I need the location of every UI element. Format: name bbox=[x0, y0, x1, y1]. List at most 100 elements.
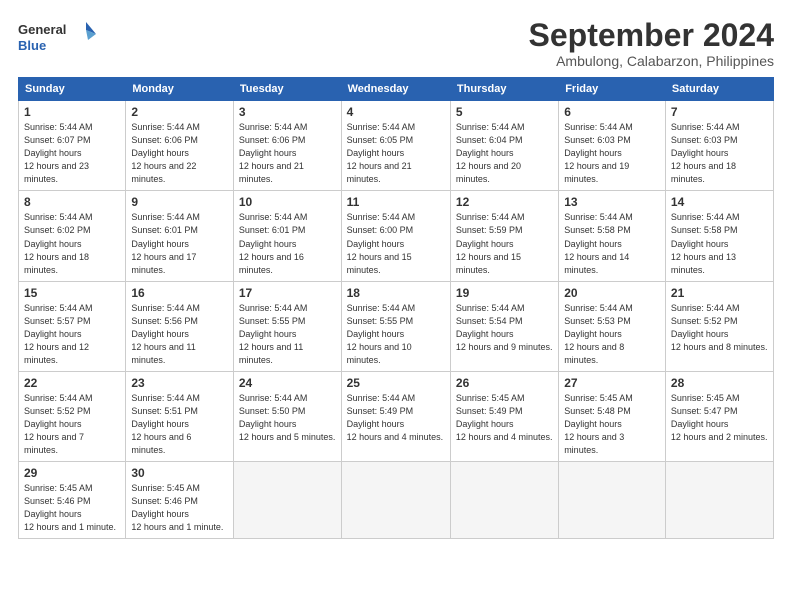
day-number: 1 bbox=[24, 105, 120, 119]
calendar-day-cell: 16 Sunrise: 5:44 AMSunset: 5:56 PMDaylig… bbox=[126, 281, 234, 371]
calendar-day-cell: 30 Sunrise: 5:45 AMSunset: 5:46 PMDaylig… bbox=[126, 462, 234, 539]
calendar-day-cell bbox=[450, 462, 558, 539]
day-detail: Sunrise: 5:44 AMSunset: 5:54 PMDaylight … bbox=[456, 303, 553, 352]
calendar-day-cell: 9 Sunrise: 5:44 AMSunset: 6:01 PMDayligh… bbox=[126, 191, 234, 281]
calendar-day-cell bbox=[665, 462, 773, 539]
day-number: 17 bbox=[239, 286, 336, 300]
calendar-day-cell: 15 Sunrise: 5:44 AMSunset: 5:57 PMDaylig… bbox=[19, 281, 126, 371]
calendar-day-cell: 8 Sunrise: 5:44 AMSunset: 6:02 PMDayligh… bbox=[19, 191, 126, 281]
day-detail: Sunrise: 5:44 AMSunset: 6:03 PMDaylight … bbox=[671, 122, 740, 184]
day-number: 15 bbox=[24, 286, 120, 300]
day-detail: Sunrise: 5:44 AMSunset: 6:02 PMDaylight … bbox=[24, 212, 93, 274]
day-detail: Sunrise: 5:44 AMSunset: 6:05 PMDaylight … bbox=[347, 122, 416, 184]
calendar-day-cell: 12 Sunrise: 5:44 AMSunset: 5:59 PMDaylig… bbox=[450, 191, 558, 281]
day-detail: Sunrise: 5:45 AMSunset: 5:46 PMDaylight … bbox=[24, 483, 116, 532]
calendar-day-cell: 26 Sunrise: 5:45 AMSunset: 5:49 PMDaylig… bbox=[450, 371, 558, 461]
day-number: 12 bbox=[456, 195, 553, 209]
day-number: 10 bbox=[239, 195, 336, 209]
day-detail: Sunrise: 5:44 AMSunset: 5:55 PMDaylight … bbox=[347, 303, 416, 365]
day-number: 22 bbox=[24, 376, 120, 390]
day-detail: Sunrise: 5:44 AMSunset: 5:49 PMDaylight … bbox=[347, 393, 444, 442]
day-number: 28 bbox=[671, 376, 768, 390]
day-number: 27 bbox=[564, 376, 660, 390]
calendar-day-cell: 21 Sunrise: 5:44 AMSunset: 5:52 PMDaylig… bbox=[665, 281, 773, 371]
day-number: 23 bbox=[131, 376, 228, 390]
day-number: 8 bbox=[24, 195, 120, 209]
calendar-day-cell: 18 Sunrise: 5:44 AMSunset: 5:55 PMDaylig… bbox=[341, 281, 450, 371]
calendar-day-header: Saturday bbox=[665, 78, 773, 101]
day-detail: Sunrise: 5:44 AMSunset: 6:06 PMDaylight … bbox=[131, 122, 200, 184]
day-detail: Sunrise: 5:44 AMSunset: 5:55 PMDaylight … bbox=[239, 303, 308, 365]
calendar-day-cell: 25 Sunrise: 5:44 AMSunset: 5:49 PMDaylig… bbox=[341, 371, 450, 461]
calendar-day-header: Monday bbox=[126, 78, 234, 101]
svg-text:General: General bbox=[18, 22, 66, 37]
calendar-day-cell bbox=[559, 462, 666, 539]
day-detail: Sunrise: 5:45 AMSunset: 5:46 PMDaylight … bbox=[131, 483, 223, 532]
day-number: 13 bbox=[564, 195, 660, 209]
day-detail: Sunrise: 5:44 AMSunset: 5:51 PMDaylight … bbox=[131, 393, 200, 455]
day-number: 20 bbox=[564, 286, 660, 300]
day-detail: Sunrise: 5:44 AMSunset: 5:58 PMDaylight … bbox=[671, 212, 740, 274]
day-detail: Sunrise: 5:44 AMSunset: 5:52 PMDaylight … bbox=[24, 393, 93, 455]
day-detail: Sunrise: 5:44 AMSunset: 5:50 PMDaylight … bbox=[239, 393, 336, 442]
svg-text:Blue: Blue bbox=[18, 38, 46, 53]
calendar-day-cell: 13 Sunrise: 5:44 AMSunset: 5:58 PMDaylig… bbox=[559, 191, 666, 281]
calendar-day-header: Sunday bbox=[19, 78, 126, 101]
calendar-day-cell: 2 Sunrise: 5:44 AMSunset: 6:06 PMDayligh… bbox=[126, 101, 234, 191]
day-number: 18 bbox=[347, 286, 445, 300]
calendar-week-row: 15 Sunrise: 5:44 AMSunset: 5:57 PMDaylig… bbox=[19, 281, 774, 371]
page-title: September 2024 bbox=[529, 18, 774, 53]
calendar-day-cell: 17 Sunrise: 5:44 AMSunset: 5:55 PMDaylig… bbox=[233, 281, 341, 371]
calendar-day-cell bbox=[233, 462, 341, 539]
day-detail: Sunrise: 5:44 AMSunset: 5:52 PMDaylight … bbox=[671, 303, 768, 352]
day-detail: Sunrise: 5:44 AMSunset: 5:59 PMDaylight … bbox=[456, 212, 525, 274]
day-number: 14 bbox=[671, 195, 768, 209]
calendar-day-header: Tuesday bbox=[233, 78, 341, 101]
day-number: 25 bbox=[347, 376, 445, 390]
calendar-day-cell: 29 Sunrise: 5:45 AMSunset: 5:46 PMDaylig… bbox=[19, 462, 126, 539]
day-detail: Sunrise: 5:44 AMSunset: 5:57 PMDaylight … bbox=[24, 303, 93, 365]
calendar-week-row: 22 Sunrise: 5:44 AMSunset: 5:52 PMDaylig… bbox=[19, 371, 774, 461]
day-detail: Sunrise: 5:44 AMSunset: 6:01 PMDaylight … bbox=[239, 212, 308, 274]
day-detail: Sunrise: 5:45 AMSunset: 5:47 PMDaylight … bbox=[671, 393, 768, 442]
day-detail: Sunrise: 5:44 AMSunset: 6:07 PMDaylight … bbox=[24, 122, 93, 184]
day-number: 21 bbox=[671, 286, 768, 300]
calendar-day-header: Wednesday bbox=[341, 78, 450, 101]
calendar-week-row: 1 Sunrise: 5:44 AMSunset: 6:07 PMDayligh… bbox=[19, 101, 774, 191]
day-detail: Sunrise: 5:44 AMSunset: 5:58 PMDaylight … bbox=[564, 212, 633, 274]
calendar-day-cell: 22 Sunrise: 5:44 AMSunset: 5:52 PMDaylig… bbox=[19, 371, 126, 461]
day-detail: Sunrise: 5:44 AMSunset: 6:00 PMDaylight … bbox=[347, 212, 416, 274]
calendar-day-cell: 23 Sunrise: 5:44 AMSunset: 5:51 PMDaylig… bbox=[126, 371, 234, 461]
day-number: 24 bbox=[239, 376, 336, 390]
calendar-day-cell: 3 Sunrise: 5:44 AMSunset: 6:06 PMDayligh… bbox=[233, 101, 341, 191]
calendar-day-cell: 10 Sunrise: 5:44 AMSunset: 6:01 PMDaylig… bbox=[233, 191, 341, 281]
calendar-day-cell: 14 Sunrise: 5:44 AMSunset: 5:58 PMDaylig… bbox=[665, 191, 773, 281]
day-detail: Sunrise: 5:44 AMSunset: 6:04 PMDaylight … bbox=[456, 122, 525, 184]
calendar-day-header: Friday bbox=[559, 78, 666, 101]
calendar-week-row: 8 Sunrise: 5:44 AMSunset: 6:02 PMDayligh… bbox=[19, 191, 774, 281]
calendar-week-row: 29 Sunrise: 5:45 AMSunset: 5:46 PMDaylig… bbox=[19, 462, 774, 539]
day-number: 7 bbox=[671, 105, 768, 119]
day-number: 30 bbox=[131, 466, 228, 480]
calendar-day-cell: 4 Sunrise: 5:44 AMSunset: 6:05 PMDayligh… bbox=[341, 101, 450, 191]
day-detail: Sunrise: 5:44 AMSunset: 6:06 PMDaylight … bbox=[239, 122, 308, 184]
calendar-day-cell: 6 Sunrise: 5:44 AMSunset: 6:03 PMDayligh… bbox=[559, 101, 666, 191]
calendar-day-cell: 19 Sunrise: 5:44 AMSunset: 5:54 PMDaylig… bbox=[450, 281, 558, 371]
calendar-day-cell: 28 Sunrise: 5:45 AMSunset: 5:47 PMDaylig… bbox=[665, 371, 773, 461]
day-detail: Sunrise: 5:44 AMSunset: 5:56 PMDaylight … bbox=[131, 303, 200, 365]
day-number: 11 bbox=[347, 195, 445, 209]
calendar-day-cell bbox=[341, 462, 450, 539]
logo: General Blue bbox=[18, 18, 98, 56]
calendar-day-cell: 7 Sunrise: 5:44 AMSunset: 6:03 PMDayligh… bbox=[665, 101, 773, 191]
calendar-day-cell: 27 Sunrise: 5:45 AMSunset: 5:48 PMDaylig… bbox=[559, 371, 666, 461]
calendar-day-cell: 1 Sunrise: 5:44 AMSunset: 6:07 PMDayligh… bbox=[19, 101, 126, 191]
day-number: 19 bbox=[456, 286, 553, 300]
day-detail: Sunrise: 5:44 AMSunset: 5:53 PMDaylight … bbox=[564, 303, 633, 365]
calendar-table: SundayMondayTuesdayWednesdayThursdayFrid… bbox=[18, 77, 774, 539]
calendar-day-header: Thursday bbox=[450, 78, 558, 101]
calendar-day-cell: 5 Sunrise: 5:44 AMSunset: 6:04 PMDayligh… bbox=[450, 101, 558, 191]
day-number: 3 bbox=[239, 105, 336, 119]
day-detail: Sunrise: 5:45 AMSunset: 5:48 PMDaylight … bbox=[564, 393, 633, 455]
day-number: 2 bbox=[131, 105, 228, 119]
calendar-day-cell: 24 Sunrise: 5:44 AMSunset: 5:50 PMDaylig… bbox=[233, 371, 341, 461]
